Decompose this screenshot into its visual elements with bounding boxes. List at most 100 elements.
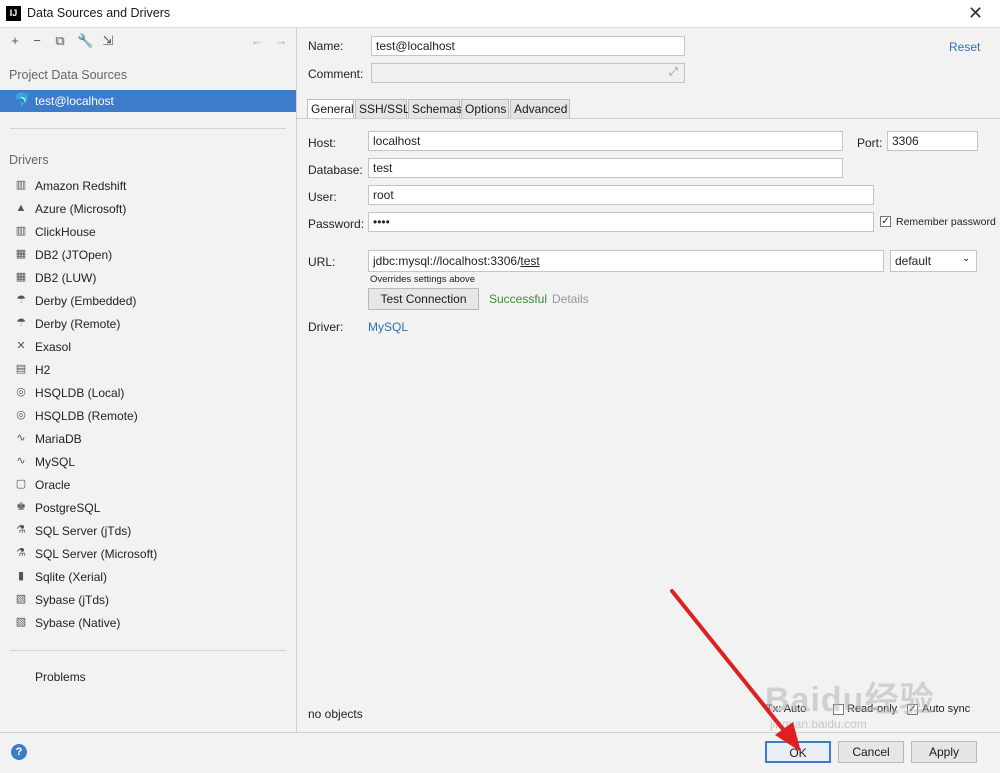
objects-status: no objects bbox=[308, 707, 363, 721]
remove-icon[interactable]: − bbox=[29, 33, 45, 49]
driver-label: MariaDB bbox=[35, 432, 82, 446]
driver-icon: ▦ bbox=[15, 271, 27, 283]
driver-icon: ⚗ bbox=[16, 547, 26, 559]
test-connection-button[interactable]: Test Connection bbox=[368, 288, 479, 310]
driver-item[interactable]: ∿ MariaDB bbox=[0, 428, 296, 450]
driver-icon: ⚗ bbox=[16, 524, 26, 536]
driver-icon: ▮ bbox=[17, 570, 25, 582]
driver-item[interactable]: ▧ Sybase (Native) bbox=[0, 612, 296, 634]
driver-label: H2 bbox=[35, 363, 51, 377]
driver-icon: ▥ bbox=[15, 225, 27, 237]
driver-item[interactable]: ▦ DB2 (LUW) bbox=[0, 267, 296, 289]
driver-item[interactable]: ▮ Sqlite (Xerial) bbox=[0, 566, 296, 588]
close-icon[interactable]: ✕ bbox=[968, 3, 983, 24]
url-mode-select[interactable]: default ⌄ bbox=[890, 250, 977, 272]
driver-item[interactable]: ☂ Derby (Remote) bbox=[0, 313, 296, 335]
driver-label: HSQLDB (Local) bbox=[35, 386, 125, 400]
driver-item[interactable]: ▢ Oracle bbox=[0, 474, 296, 496]
url-input[interactable]: jdbc:mysql://localhost:3306/test bbox=[368, 250, 884, 272]
left-panel: + − ⧉ 🔧 ⇲ ← → Project Data Sources 🐬 tes… bbox=[0, 28, 297, 732]
cancel-button[interactable]: Cancel bbox=[838, 741, 904, 763]
url-prefix: jdbc:mysql://localhost:3306/ bbox=[373, 254, 521, 268]
driver-icon: ▲ bbox=[15, 202, 27, 214]
driver-item[interactable]: ☂ Derby (Embedded) bbox=[0, 290, 296, 312]
driver-label: SQL Server (Microsoft) bbox=[35, 547, 158, 561]
driver-item[interactable]: ◎ HSQLDB (Remote) bbox=[0, 405, 296, 427]
overrides-note: Overrides settings above bbox=[370, 274, 476, 285]
remember-password-checkbox[interactable]: ✓ bbox=[880, 216, 891, 227]
driver-label: DB2 (LUW) bbox=[35, 271, 97, 285]
password-input[interactable]: •••• bbox=[368, 212, 874, 232]
driver-icon: ◎ bbox=[16, 409, 26, 421]
name-label: Name: bbox=[308, 39, 344, 53]
driver-label: Oracle bbox=[35, 478, 71, 492]
port-input[interactable]: 3306 bbox=[887, 131, 978, 151]
url-label: URL: bbox=[308, 255, 336, 269]
password-label: Password: bbox=[308, 217, 365, 231]
data-source-label: test@localhost bbox=[35, 94, 114, 108]
driver-icon: ▧ bbox=[15, 593, 27, 605]
import-icon[interactable]: ⇲ bbox=[100, 33, 116, 49]
remember-password-label: Remember password bbox=[896, 216, 996, 228]
driver-link[interactable]: MySQL bbox=[368, 320, 408, 334]
name-input[interactable]: test@localhost bbox=[371, 36, 685, 56]
host-input[interactable]: localhost bbox=[368, 131, 843, 151]
driver-item[interactable]: ▤ H2 bbox=[0, 359, 296, 381]
divider bbox=[10, 128, 286, 129]
driver-item[interactable]: ◎ HSQLDB (Local) bbox=[0, 382, 296, 404]
back-arrow-icon[interactable]: ← bbox=[249, 33, 265, 49]
comment-input[interactable] bbox=[371, 63, 685, 83]
url-database: test bbox=[520, 254, 540, 268]
driver-item[interactable]: ▥ Amazon Redshift bbox=[0, 175, 296, 197]
database-label: Database: bbox=[308, 163, 363, 177]
database-input[interactable]: test bbox=[368, 158, 843, 178]
driver-item[interactable]: ♚ PostgreSQL bbox=[0, 497, 296, 519]
driver-icon: ∿ bbox=[16, 432, 26, 444]
driver-item[interactable]: ▦ DB2 (JTOpen) bbox=[0, 244, 296, 266]
driver-item[interactable]: ⚗ SQL Server (jTds) bbox=[0, 520, 296, 542]
window-title: Data Sources and Drivers bbox=[27, 6, 171, 20]
user-label: User: bbox=[308, 190, 337, 204]
driver-item[interactable]: ▧ Sybase (jTds) bbox=[0, 589, 296, 611]
watermark-url: jingyan.baidu.com bbox=[770, 717, 867, 731]
driver-label: Amazon Redshift bbox=[35, 179, 127, 193]
driver-item[interactable]: ▥ ClickHouse bbox=[0, 221, 296, 243]
divider bbox=[10, 650, 286, 651]
driver-icon: ▢ bbox=[15, 478, 27, 490]
watermark-logo: Baidu经验 bbox=[765, 681, 935, 719]
tab-options[interactable]: Options bbox=[461, 99, 509, 119]
project-data-sources-heading: Project Data Sources bbox=[9, 68, 128, 82]
tab-ssh-ssl[interactable]: SSH/SSL bbox=[355, 99, 410, 119]
driver-label: Sqlite (Xerial) bbox=[35, 570, 108, 584]
duplicate-icon[interactable]: ⧉ bbox=[52, 33, 68, 49]
user-input[interactable]: root bbox=[368, 185, 874, 205]
help-icon[interactable]: ? bbox=[11, 744, 27, 760]
driver-item[interactable]: ▲ Azure (Microsoft) bbox=[0, 198, 296, 220]
driver-icon: ✕ bbox=[16, 340, 26, 352]
driver-item[interactable]: ∿ MySQL bbox=[0, 451, 296, 473]
tab-advanced[interactable]: Advanced bbox=[510, 99, 570, 119]
driver-item[interactable]: ⚗ SQL Server (Microsoft) bbox=[0, 543, 296, 565]
driver-icon: ▤ bbox=[15, 363, 27, 375]
driver-label: HSQLDB (Remote) bbox=[35, 409, 138, 423]
tab-schemas[interactable]: Schemas bbox=[408, 99, 462, 119]
wrench-icon[interactable]: 🔧 bbox=[77, 33, 93, 49]
details-link[interactable]: Details bbox=[552, 292, 589, 306]
tab-divider bbox=[297, 118, 1000, 119]
driver-item[interactable]: ✕ Exasol bbox=[0, 336, 296, 358]
apply-button[interactable]: Apply bbox=[911, 741, 977, 763]
ok-button[interactable]: OK bbox=[765, 741, 831, 763]
test-status: Successful bbox=[489, 292, 548, 306]
comment-label: Comment: bbox=[308, 67, 364, 81]
forward-arrow-icon[interactable]: → bbox=[273, 33, 289, 49]
problems-item[interactable]: Problems bbox=[35, 670, 86, 684]
driver-label: Derby (Embedded) bbox=[35, 294, 137, 308]
data-source-item-selected[interactable]: 🐬 test@localhost bbox=[0, 90, 296, 112]
url-mode-value: default bbox=[895, 254, 932, 268]
tab-general[interactable]: General bbox=[307, 99, 354, 119]
add-icon[interactable]: + bbox=[7, 33, 23, 49]
driver-icon: ▥ bbox=[15, 179, 27, 191]
mysql-dolphin-icon: 🐬 bbox=[14, 92, 31, 107]
reset-link[interactable]: Reset bbox=[949, 40, 980, 54]
expand-icon[interactable]: ⤢ bbox=[669, 66, 678, 79]
